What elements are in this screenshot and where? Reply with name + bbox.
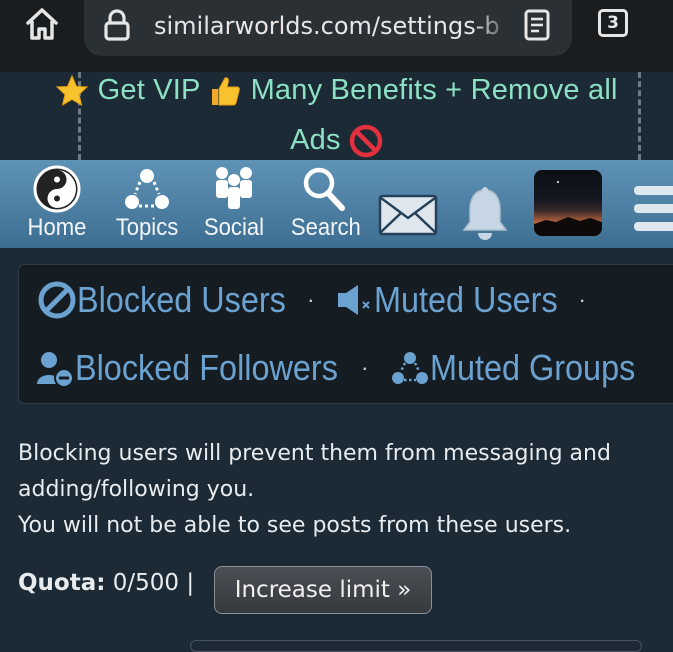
- address-bar[interactable]: similarworlds.com/settings-b: [84, 0, 572, 56]
- muted-groups-link[interactable]: Muted Groups: [430, 347, 635, 389]
- nav-home-label: Home: [27, 214, 87, 241]
- nav-social-label: Social: [203, 214, 265, 241]
- search-icon: [303, 167, 345, 211]
- url-text: similarworlds.com/settings-b: [154, 12, 500, 40]
- blocked-users-link[interactable]: Blocked Users: [77, 279, 286, 321]
- blocked-follower-icon: [37, 352, 74, 389]
- nav-search[interactable]: Search: [288, 164, 361, 242]
- tab-count-button[interactable]: 3: [598, 9, 628, 37]
- topics-icon: [125, 169, 169, 209]
- quota-divider: |: [186, 570, 195, 596]
- nav-topics-label: Topics: [115, 214, 179, 241]
- star-icon: [56, 75, 89, 107]
- separator-dot: ·: [307, 287, 315, 313]
- menu-icon[interactable]: [632, 182, 673, 238]
- vip-banner[interactable]: Get VIP Many Benefits + Remove all Ads: [0, 72, 673, 160]
- browser-toolbar: similarworlds.com/settings-b 3: [0, 0, 673, 72]
- increase-limit-button[interactable]: Increase limit »: [214, 566, 432, 614]
- vip-banner-line-1: Get VIP Many Benefits + Remove all: [0, 74, 673, 108]
- lock-icon: [104, 9, 130, 41]
- url-fade: [474, 8, 514, 44]
- blocking-description: Blocking users will prevent them from me…: [18, 436, 673, 544]
- description-line-2: adding/following you.: [18, 477, 255, 502]
- vip-banner-line-2: Ads: [0, 124, 673, 158]
- yin-yang-icon: [33, 165, 81, 213]
- quota-value: 0/500: [112, 570, 180, 596]
- bottom-partial-field[interactable]: [190, 640, 642, 652]
- vip-benefits-text: Many Benefits + Remove all: [250, 74, 618, 106]
- user-avatar[interactable]: [534, 170, 602, 236]
- thumbs-up-icon: [212, 77, 241, 106]
- blocking-nav-panel: Blocked Users · Muted Users · Blocked Fo…: [18, 264, 673, 404]
- blocking-nav-row-1: Blocked Users · Muted Users ·: [37, 277, 598, 321]
- no-entry-icon: [349, 125, 383, 158]
- ads-text: Ads: [290, 124, 341, 156]
- description-line-1: Blocking users will prevent them from me…: [18, 441, 611, 466]
- nav-home[interactable]: Home: [24, 164, 90, 242]
- quota-label: Quota:: [18, 570, 106, 596]
- muted-groups-icon: [392, 352, 429, 385]
- description-line-3: You will not be able to see posts from t…: [18, 513, 572, 538]
- avatar-landscape: [534, 181, 602, 236]
- nav-topics[interactable]: Topics: [110, 164, 184, 242]
- bell-icon[interactable]: [460, 186, 510, 244]
- nav-social[interactable]: Social: [200, 164, 268, 242]
- blocked-icon: [38, 281, 76, 319]
- vip-label: Get VIP: [97, 74, 201, 106]
- separator-dot: ·: [361, 355, 369, 381]
- quota-row: Quota: 0/500 |: [18, 570, 194, 596]
- people-icon: [216, 167, 252, 209]
- muted-speaker-icon: [338, 285, 371, 316]
- main-nav: Home Topics Social Search: [0, 160, 673, 248]
- blocked-followers-link[interactable]: Blocked Followers: [75, 347, 338, 389]
- muted-users-link[interactable]: Muted Users: [374, 279, 558, 321]
- home-icon[interactable]: [22, 4, 62, 44]
- blocking-nav-row-2: Blocked Followers · Muted Groups: [35, 345, 659, 389]
- envelope-icon[interactable]: [378, 194, 438, 236]
- separator-dot: ·: [578, 287, 586, 313]
- nav-search-label: Search: [290, 214, 361, 241]
- reader-mode-icon[interactable]: [522, 8, 552, 42]
